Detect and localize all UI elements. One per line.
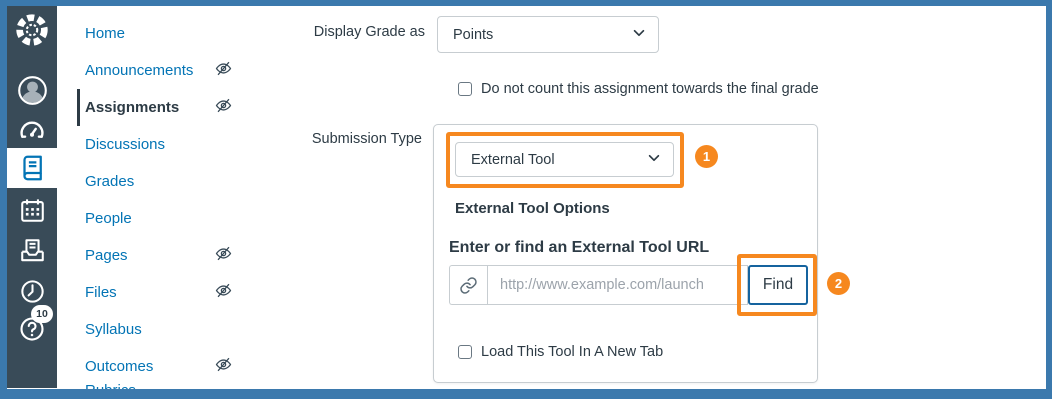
dashboard-icon[interactable] [7, 114, 57, 148]
course-nav-link[interactable]: Discussions [85, 136, 165, 153]
course-nav-item-home[interactable]: Home [77, 15, 252, 52]
course-nav-item-grades[interactable]: Grades [77, 163, 252, 200]
step1-badge: 1 [695, 145, 718, 168]
help-icon[interactable]: 10 [7, 312, 57, 346]
final-grade-checkbox-label: Do not count this assignment towards the… [481, 81, 819, 97]
hidden-eye-icon [214, 244, 233, 268]
history-icon[interactable] [7, 275, 57, 307]
course-nav-item-assignments[interactable]: Assignments [77, 89, 252, 126]
calendar-icon[interactable] [7, 194, 57, 226]
chevron-down-icon [632, 26, 646, 44]
course-nav-link[interactable]: Files [85, 284, 117, 301]
course-nav-item-outcomes[interactable]: Outcomes [77, 348, 252, 385]
new-tab-checkbox-label: Load This Tool In A New Tab [481, 344, 663, 360]
step1-highlight-box [446, 132, 684, 188]
course-nav-link[interactable]: Outcomes [85, 358, 153, 375]
external-tool-url-heading: Enter or find an External Tool URL [449, 239, 709, 257]
course-nav-link[interactable]: Grades [85, 173, 134, 190]
external-tool-url-input[interactable] [487, 265, 748, 305]
step2-badge: 2 [827, 272, 850, 295]
display-grade-select[interactable]: Points [437, 16, 659, 53]
canvas-assignment-settings-screen: 10 Home Announcements Assignments [0, 0, 1052, 403]
course-nav-link[interactable]: Assignments [85, 99, 179, 116]
final-grade-checkbox[interactable] [458, 82, 472, 96]
submission-type-label: Submission Type [262, 131, 422, 147]
canvas-logo-icon[interactable] [7, 10, 57, 50]
new-tab-checkbox-row: Load This Tool In A New Tab [458, 344, 663, 360]
display-grade-selected-value: Points [453, 27, 493, 43]
help-unread-badge: 10 [31, 305, 53, 323]
hidden-eye-icon [214, 281, 233, 305]
course-nav-link[interactable]: Syllabus [85, 321, 142, 338]
hidden-eye-icon [214, 59, 233, 83]
global-nav: 10 [7, 6, 57, 388]
account-icon[interactable] [7, 72, 57, 108]
course-nav-item-files[interactable]: Files [77, 274, 252, 311]
hidden-eye-icon [214, 355, 233, 379]
course-nav-link[interactable]: Pages [85, 247, 128, 264]
course-nav-link[interactable]: Announcements [85, 62, 193, 79]
external-tool-options-heading: External Tool Options [455, 200, 610, 217]
new-tab-checkbox[interactable] [458, 345, 472, 359]
course-nav-item-people[interactable]: People [77, 200, 252, 237]
course-nav: Home Announcements Assignments [77, 15, 252, 385]
course-nav-link[interactable]: People [85, 210, 132, 227]
link-icon [449, 265, 487, 305]
inbox-icon[interactable] [7, 234, 57, 266]
final-grade-checkbox-row: Do not count this assignment towards the… [458, 81, 819, 97]
course-nav-item-pages[interactable]: Pages [77, 237, 252, 274]
display-grade-label: Display Grade as [265, 24, 425, 40]
course-nav-link[interactable]: Home [85, 25, 125, 42]
step2-highlight-box [737, 254, 817, 316]
course-nav-item-announcements[interactable]: Announcements [77, 52, 252, 89]
courses-icon[interactable] [7, 148, 57, 188]
course-nav-item-discussions[interactable]: Discussions [77, 126, 252, 163]
hidden-eye-icon [214, 96, 233, 120]
course-nav-item-syllabus[interactable]: Syllabus [77, 311, 252, 348]
